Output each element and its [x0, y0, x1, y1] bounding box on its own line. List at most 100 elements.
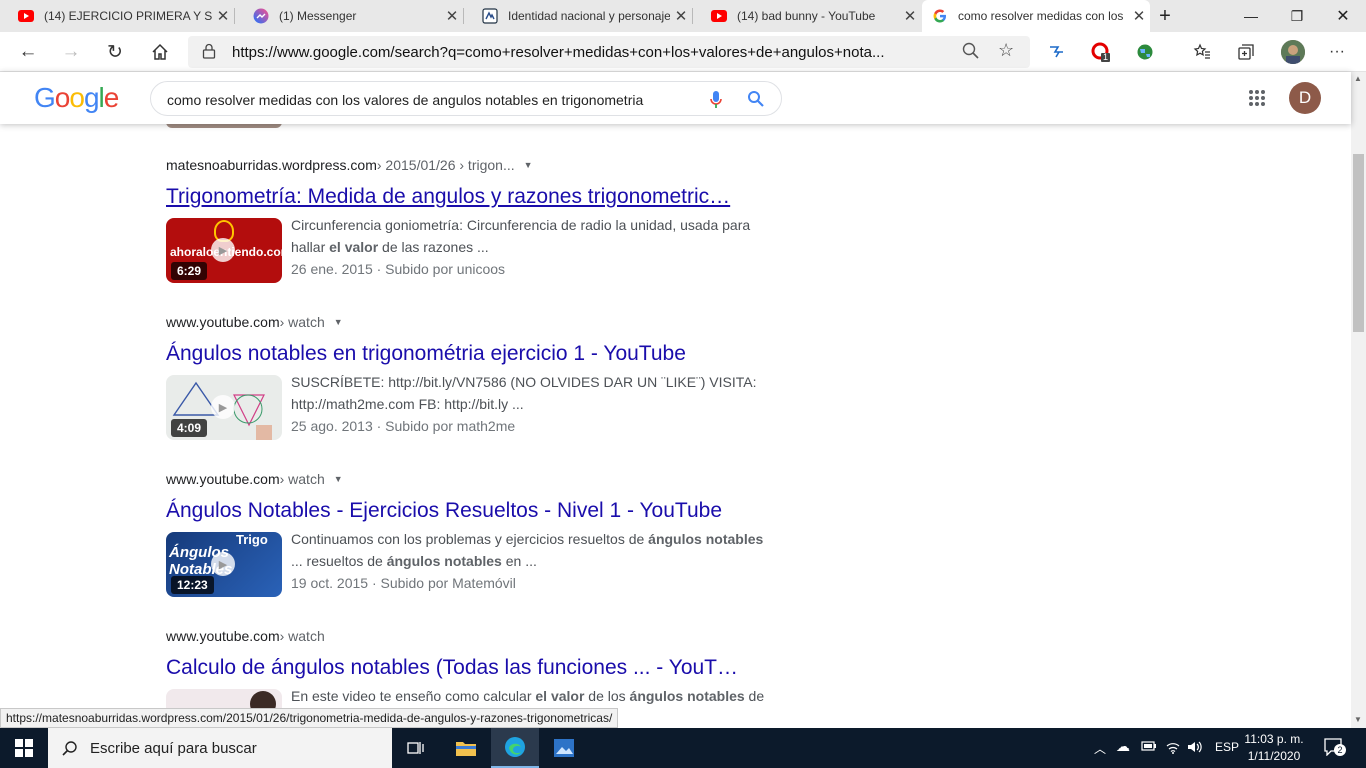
notifications-icon[interactable]: 2 [1324, 738, 1346, 759]
tab-title: Identidad nacional y personaje [508, 9, 670, 23]
language-indicator[interactable]: ESP [1215, 740, 1239, 754]
video-thumbnail[interactable]: ▶ 4:09 [166, 375, 282, 440]
previous-result-thumbnail[interactable] [166, 124, 282, 128]
search-box[interactable]: como resolver medidas con los valores de… [150, 81, 782, 116]
zoom-icon[interactable] [962, 42, 980, 65]
video-duration: 6:29 [171, 262, 208, 280]
google-account-avatar[interactable]: D [1289, 82, 1321, 114]
close-tab-icon[interactable]: ✕ [441, 7, 463, 25]
favorites-icon[interactable] [1192, 42, 1212, 62]
taskbar-search-placeholder: Escribe aquí para buscar [90, 739, 257, 757]
lock-icon[interactable] [202, 43, 216, 64]
search-icon [62, 741, 77, 756]
tab-google-search[interactable]: como resolver medidas con los ✕ [922, 0, 1150, 32]
volume-icon[interactable] [1187, 740, 1203, 757]
tab-title: (14) bad bunny - YouTube [737, 9, 876, 23]
task-view-icon[interactable] [392, 728, 440, 768]
refresh-icon[interactable]: ↻ [101, 38, 129, 66]
apps-grid-icon[interactable] [1248, 89, 1266, 112]
result-url[interactable]: www.youtube.com › watch [166, 627, 776, 645]
collections-icon[interactable] [1236, 42, 1256, 62]
chevron-down-icon[interactable]: ▼ [334, 474, 343, 484]
result-domain: matesnoaburridas.wordpress.com [166, 157, 377, 173]
close-window-icon[interactable]: ✕ [1320, 0, 1366, 32]
result-title[interactable]: Calculo de ángulos notables (Todas las f… [166, 655, 766, 681]
notification-count: 2 [1334, 744, 1346, 756]
scrollbar-thumb[interactable] [1353, 154, 1364, 332]
tab-identidad[interactable]: Identidad nacional y personaje ✕ [464, 0, 692, 32]
home-icon[interactable] [146, 38, 174, 66]
clock-date: 1/11/2020 [1247, 749, 1301, 763]
youtube-icon [18, 8, 34, 24]
result-title[interactable]: Trigonometría: Medida de angulos y razon… [166, 184, 766, 210]
tab-messenger[interactable]: (1) Messenger ✕ [235, 0, 463, 32]
taskbar-search-box[interactable]: Escribe aquí para buscar [48, 728, 392, 768]
video-thumbnail[interactable]: ahoraloentiendo.com ▶ 6:29 [166, 218, 282, 283]
result-date: 19 oct. 2015 · Subido por Matemóvil [291, 575, 516, 591]
result-title[interactable]: Ángulos notables en trigonométria ejerci… [166, 341, 766, 367]
clock-time: 11:03 p. m. [1244, 732, 1304, 746]
chevron-down-icon[interactable]: ▼ [524, 160, 533, 170]
tab-ejercicio[interactable]: (14) EJERCICIO PRIMERA Y SEGU ✕ [0, 0, 234, 32]
read-aloud-icon[interactable] [1047, 42, 1067, 62]
new-tab-icon[interactable]: + [1142, 0, 1188, 32]
more-menu-icon[interactable]: ··· [1327, 42, 1347, 62]
search-result: matesnoaburridas.wordpress.com › 2015/01… [166, 156, 776, 284]
globe-extension-icon[interactable] [1135, 42, 1155, 62]
result-snippet: SUSCRÍBETE: http://bit.ly/VN7586 (NO OLV… [291, 374, 757, 434]
result-date: 26 ene. 2015 · Subido por unicoos [291, 261, 506, 277]
photos-icon[interactable] [540, 728, 588, 768]
back-icon[interactable]: ← [14, 38, 42, 66]
video-thumbnail[interactable]: Trigo Ángulos Notables ▶ 12:23 [166, 532, 282, 597]
url-text[interactable]: https://www.google.com/search?q=como+res… [232, 44, 947, 61]
result-domain: www.youtube.com [166, 314, 280, 330]
wifi-icon[interactable] [1165, 740, 1181, 757]
forward-icon[interactable]: → [57, 38, 85, 66]
search-result: www.youtube.com › watch ▼ Ángulos Notable… [166, 470, 776, 598]
result-title[interactable]: Ángulos Notables - Ejercicios Resueltos … [166, 498, 766, 524]
result-date: 25 ago. 2013 · Subido por math2me [291, 418, 516, 434]
scroll-down-icon[interactable]: ▼ [1354, 715, 1362, 724]
close-tab-icon[interactable]: ✕ [899, 7, 921, 25]
thumbnail-text: Trigo [236, 532, 268, 547]
result-url[interactable]: www.youtube.com › watch ▼ [166, 313, 776, 331]
clock[interactable]: 11:03 p. m. 1/11/2020 [1240, 731, 1308, 765]
play-icon: ▶ [211, 238, 235, 262]
play-icon: ▶ [211, 552, 235, 576]
profile-avatar[interactable] [1281, 40, 1305, 64]
scroll-up-icon[interactable]: ▲ [1354, 74, 1362, 83]
result-domain: www.youtube.com [166, 628, 280, 644]
tab-title: como resolver medidas con los [958, 9, 1124, 23]
search-results: matesnoaburridas.wordpress.com › 2015/01… [0, 124, 1351, 728]
result-url[interactable]: www.youtube.com › watch ▼ [166, 470, 776, 488]
result-path: › 2015/01/26 › trigon... [376, 157, 515, 173]
result-snippet: En este video te enseño como calcular el… [291, 688, 765, 704]
extension-badge: 1 [1103, 52, 1109, 62]
video-duration: 4:09 [171, 419, 208, 437]
close-tab-icon[interactable]: ✕ [670, 7, 692, 25]
chevron-up-icon[interactable]: ︿ [1094, 740, 1106, 757]
chevron-down-icon[interactable]: ▼ [334, 317, 343, 327]
google-icon [932, 8, 948, 24]
restore-icon[interactable]: ❐ [1274, 0, 1320, 32]
battery-icon[interactable] [1141, 740, 1157, 755]
result-url[interactable]: matesnoaburridas.wordpress.com › 2015/01… [166, 156, 776, 174]
address-bar[interactable]: https://www.google.com/search?q=como+res… [188, 36, 1030, 68]
opera-extension-icon[interactable]: 1 [1091, 42, 1111, 62]
windows-start-icon[interactable] [0, 728, 48, 768]
favorite-star-icon[interactable]: ☆ [998, 40, 1014, 61]
file-explorer-icon[interactable] [442, 728, 490, 768]
page-scrollbar[interactable]: ▲ ▼ [1351, 72, 1366, 728]
page-icon [482, 8, 498, 24]
close-tab-icon[interactable]: ✕ [212, 7, 234, 25]
google-logo[interactable]: Google [34, 82, 119, 114]
search-input[interactable]: como resolver medidas con los valores de… [167, 92, 643, 108]
edge-browser-icon[interactable] [491, 728, 539, 768]
microphone-icon[interactable] [709, 90, 723, 115]
onedrive-cloud-icon[interactable]: ☁ [1116, 738, 1130, 755]
messenger-icon [253, 8, 269, 24]
search-icon[interactable] [747, 90, 765, 113]
tab-bad-bunny[interactable]: (14) bad bunny - YouTube ✕ [693, 0, 921, 32]
result-snippet: Circunferencia goniometría: Circunferenc… [291, 217, 751, 277]
minimize-icon[interactable]: — [1228, 0, 1274, 32]
